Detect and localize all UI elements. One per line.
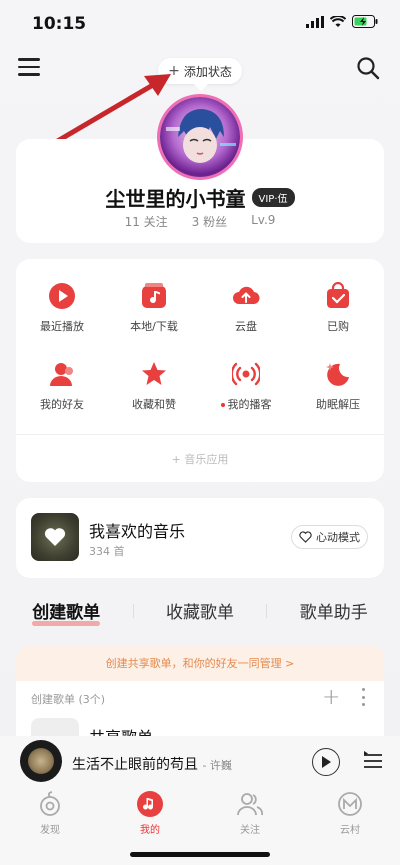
cloud-upload-icon <box>233 286 260 305</box>
follow-icon <box>237 793 263 816</box>
liked-music-title[interactable]: 我喜欢的音乐 <box>89 518 185 542</box>
app-label-text: 我的播客 <box>227 398 272 411</box>
app-local-download[interactable]: 本地/下载 <box>108 282 200 334</box>
signal-icon <box>306 15 324 28</box>
app-label: 云盘 <box>235 320 257 333</box>
app-cloud-disk[interactable]: 云盘 <box>200 282 292 334</box>
following-count[interactable]: 11 关注 <box>125 213 168 230</box>
shared-playlist-banner[interactable]: 创建共享歌单，和你的好友一同管理 > <box>16 645 384 681</box>
heart-outline-icon <box>299 531 312 543</box>
nav-follow[interactable]: 关注 <box>220 791 280 836</box>
wifi-icon <box>330 15 346 27</box>
nav-my-music[interactable]: 我的 <box>120 791 180 836</box>
player-song-info[interactable]: 生活不止眼前的苟且 - 许巍 <box>72 754 232 774</box>
cloud-village-icon <box>338 792 362 816</box>
play-icon <box>322 756 331 768</box>
nav-label: 关注 <box>240 825 260 836</box>
app-label: 已购 <box>327 320 349 333</box>
liked-music-count: 334 首 <box>89 545 125 558</box>
player-artist: - 许巍 <box>202 759 232 772</box>
app-sleep-relax[interactable]: 助眠解压 <box>292 360 384 412</box>
tab-created-playlists[interactable]: 创建歌单 <box>32 598 101 626</box>
app-podcast[interactable]: 我的播客 <box>200 360 292 412</box>
avatar[interactable] <box>160 97 240 177</box>
nav-label: 我的 <box>140 825 160 836</box>
play-button[interactable] <box>312 748 340 776</box>
nav-items: 发现 我的 关注 云村 <box>0 791 400 836</box>
music-note-icon <box>142 283 166 308</box>
shopping-bag-icon <box>327 282 349 308</box>
heart-mode-button[interactable]: 心动模式 <box>291 525 368 549</box>
tab-divider <box>266 603 268 618</box>
app-friends[interactable]: 我的好友 <box>16 360 108 412</box>
more-icon[interactable] <box>360 688 366 706</box>
star-icon <box>142 362 166 385</box>
home-indicator <box>130 852 270 857</box>
app-label: 我的好友 <box>40 398 84 411</box>
notification-dot <box>220 403 225 407</box>
created-playlists-header: 创建歌单 (3个) <box>31 693 106 706</box>
vip-badge[interactable]: VIP·伍 <box>251 188 295 207</box>
broadcast-icon <box>232 362 260 386</box>
battery-icon <box>352 15 378 28</box>
app-grid: 最近播放 本地/下载 云盘 已购 我的好友 收藏和赞 我的播客 助眠解压 <box>16 282 384 412</box>
heart-mode-label: 心动模式 <box>316 531 360 544</box>
username[interactable]: 尘世里的小书童 <box>106 183 246 212</box>
search-icon[interactable] <box>356 56 380 80</box>
playlist-queue-icon[interactable] <box>362 750 384 772</box>
level-badge[interactable]: Lv.9 <box>251 213 275 230</box>
app-favorites[interactable]: 收藏和赞 <box>108 360 200 412</box>
discover-icon <box>40 791 60 816</box>
my-music-icon <box>137 791 163 817</box>
app-label: 收藏和赞 <box>132 398 176 411</box>
add-status-label: 添加状态 <box>183 64 232 79</box>
tab-divider <box>132 603 134 618</box>
add-playlist-icon[interactable]: + <box>322 685 340 710</box>
heart-icon <box>44 528 66 546</box>
liked-music-cover[interactable] <box>31 513 79 561</box>
followers-count[interactable]: 3 粉丝 <box>192 213 227 230</box>
tab-playlist-assistant[interactable]: 歌单助手 <box>300 598 368 623</box>
nav-cloud-village[interactable]: 云村 <box>320 791 380 836</box>
app-label: 本地/下载 <box>130 320 178 333</box>
nav-discover[interactable]: 发现 <box>20 791 80 836</box>
play-circle-icon <box>49 283 75 309</box>
app-label: 助眠解压 <box>316 398 360 411</box>
avatar-illustration <box>166 109 236 163</box>
nav-label: 云村 <box>340 825 360 836</box>
username-row: 尘世里的小书童 VIP·伍 <box>16 183 384 212</box>
music-apps-button[interactable]: + 音乐应用 <box>16 451 384 467</box>
moon-icon <box>326 363 349 386</box>
player-song-title: 生活不止眼前的苟且 <box>72 757 198 773</box>
playlist-tabs: 创建歌单 收藏歌单 歌单助手 <box>16 598 384 626</box>
divider <box>16 434 384 435</box>
player-album-disc[interactable] <box>20 740 62 782</box>
app-label: 我的播客 <box>220 396 272 412</box>
app-label: 最近播放 <box>40 320 84 333</box>
friends-icon <box>50 363 73 386</box>
status-time: 10:15 <box>32 14 87 34</box>
stats-row: 11 关注 3 粉丝 Lv.9 <box>16 213 384 230</box>
tab-collected-playlists[interactable]: 收藏歌单 <box>166 598 234 623</box>
status-icons <box>306 15 378 28</box>
nav-label: 发现 <box>40 825 60 836</box>
app-recent-play[interactable]: 最近播放 <box>16 282 108 334</box>
app-purchased[interactable]: 已购 <box>292 282 384 334</box>
